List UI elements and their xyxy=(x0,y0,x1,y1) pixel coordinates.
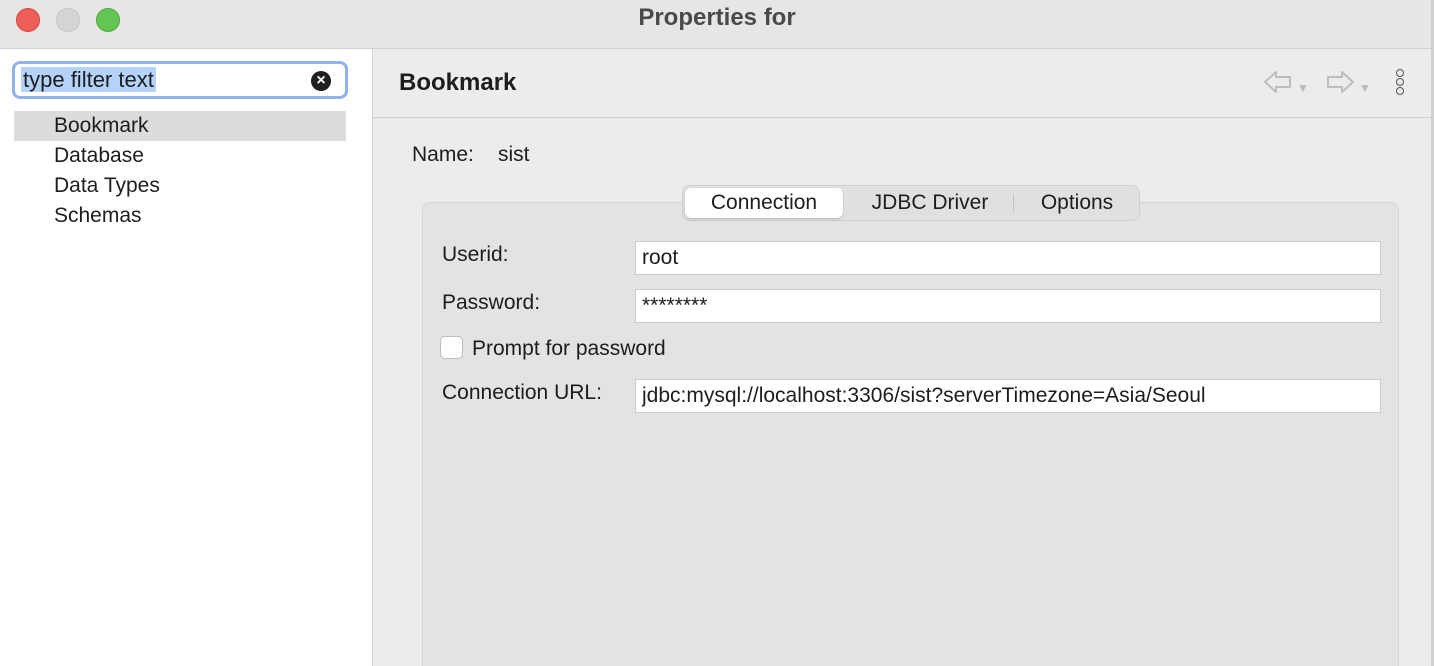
password-label: Password: xyxy=(442,291,541,314)
page-header: Bookmark ▼ ▼ xyxy=(373,49,1431,118)
back-button[interactable]: ▼ xyxy=(1263,69,1309,99)
tree-item-database[interactable]: Database xyxy=(14,141,346,171)
properties-window: Properties for type filter text × Bookma… xyxy=(0,0,1434,666)
tree-item-schemas[interactable]: Schemas xyxy=(14,201,346,231)
connection-url-field[interactable] xyxy=(635,379,1381,413)
userid-field[interactable] xyxy=(635,241,1381,275)
password-field[interactable] xyxy=(635,289,1381,323)
name-value: sist xyxy=(498,143,530,166)
tab-jdbc-driver[interactable]: JDBC Driver xyxy=(849,188,1011,218)
window-title: Properties for xyxy=(638,4,796,31)
prompt-for-password-checkbox[interactable] xyxy=(440,336,463,359)
forward-arrow-icon xyxy=(1327,71,1354,93)
tab-options[interactable]: Options xyxy=(1017,188,1137,218)
filter-input[interactable]: type filter text xyxy=(21,67,301,95)
connection-url-label: Connection URL: xyxy=(442,381,602,404)
tree-item-bookmark[interactable]: Bookmark xyxy=(14,111,346,141)
prompt-for-password-label[interactable]: Prompt for password xyxy=(472,337,666,361)
filter-input-text[interactable]: type filter text xyxy=(21,67,156,92)
tab-connection[interactable]: Connection xyxy=(685,188,843,218)
filter-field[interactable]: type filter text × xyxy=(12,61,348,99)
title-bar: Properties for xyxy=(0,0,1434,49)
page-title: Bookmark xyxy=(399,69,517,96)
forward-dropdown-icon[interactable]: ▼ xyxy=(1359,81,1371,95)
userid-label: Userid: xyxy=(442,243,509,266)
tab-bar: Connection JDBC Driver Options xyxy=(682,185,1140,221)
name-label: Name: xyxy=(412,143,474,166)
clear-search-icon[interactable]: × xyxy=(311,71,331,91)
tree-item-data-types[interactable]: Data Types xyxy=(14,171,346,201)
forward-button[interactable]: ▼ xyxy=(1325,69,1371,99)
back-arrow-icon xyxy=(1264,71,1291,93)
main-panel: Bookmark ▼ ▼ Name: sist Connection JDBC … xyxy=(373,49,1431,666)
sidebar: type filter text × Bookmark Database Dat… xyxy=(0,49,373,666)
tab-separator xyxy=(1013,194,1014,212)
back-dropdown-icon[interactable]: ▼ xyxy=(1297,81,1309,95)
property-tree: Bookmark Database Data Types Schemas xyxy=(14,111,346,231)
view-menu-icon[interactable] xyxy=(1393,69,1407,101)
